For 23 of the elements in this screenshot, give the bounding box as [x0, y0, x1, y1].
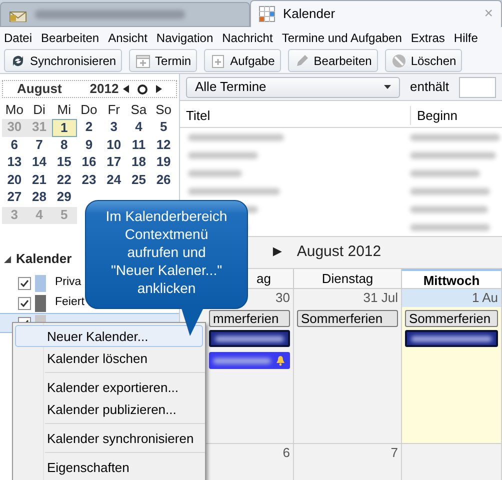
tab-label: Kalender: [283, 5, 336, 24]
month-label: August: [17, 80, 62, 98]
weekday-label: Fr: [106, 101, 121, 119]
weekday-label: Sa: [130, 101, 148, 119]
calendar-name: Priva: [55, 275, 82, 290]
day-header: Mittwoch: [402, 269, 502, 289]
weekday-label: Do: [80, 101, 98, 119]
section-title: Kalender: [16, 250, 72, 268]
year-label: 2012: [90, 80, 119, 98]
date-number: 31 Jul: [363, 289, 398, 308]
date-number: 6: [282, 444, 290, 462]
weekday-label: Mo: [4, 101, 24, 119]
month-title: August 2012: [296, 242, 382, 262]
day-header: Dienstag: [294, 269, 402, 289]
date-number: 1 Au: [472, 289, 498, 308]
date-number: 30: [276, 289, 290, 308]
filter-label: enthält: [410, 78, 450, 96]
date-number: 7: [390, 444, 398, 462]
weekday-label: Mi: [56, 101, 72, 119]
weekday-label: Di: [32, 101, 46, 119]
callout-tooltip: Im Kalenderbereich Contextmenü aufrufen und "Neuer Kalener..." anklicken: [85, 200, 248, 309]
weekday-label: So: [154, 101, 173, 119]
calendar-name: Feiert: [55, 295, 84, 310]
